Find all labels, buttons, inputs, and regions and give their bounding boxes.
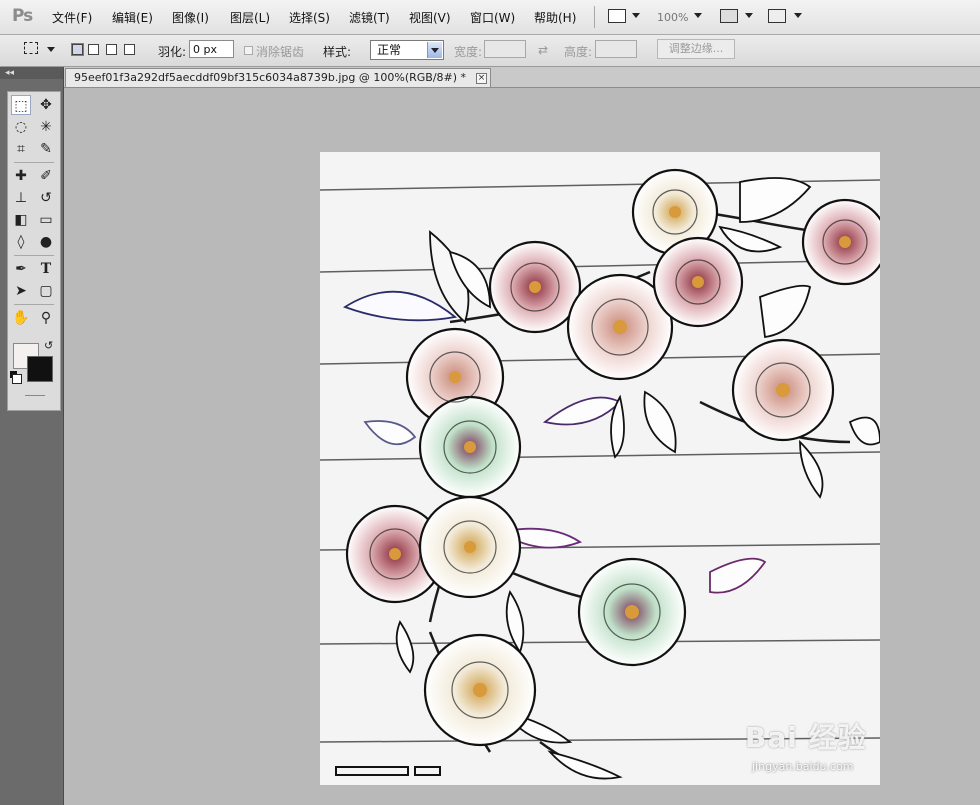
crop-tool[interactable]: ⌗	[11, 139, 31, 159]
feather-input[interactable]: 0 px	[189, 40, 234, 58]
toolbox-separator	[14, 255, 54, 256]
foreground-color-swatch[interactable]	[27, 356, 53, 382]
menu-file[interactable]: 文件(F)	[52, 9, 92, 26]
eyedropper-tool[interactable]: ✎	[36, 139, 56, 159]
lasso-tool[interactable]: ◌	[11, 117, 31, 137]
toolbox-separator	[14, 162, 54, 163]
menu-select[interactable]: 选择(S)	[289, 9, 330, 26]
subtract-selection-icon[interactable]	[106, 44, 117, 55]
path-selection-tool[interactable]: ➤	[11, 281, 31, 301]
watermark-logo: Bai 经验	[745, 721, 867, 754]
document-tab-bar: 95eef01f3a292df5aecddf09bf315c6034a8739b…	[64, 67, 980, 88]
marquee-tool[interactable]: ⬚	[11, 95, 31, 115]
panel-divider	[63, 67, 64, 805]
menu-edit[interactable]: 编辑(E)	[112, 9, 153, 26]
hand-tool[interactable]: ✋	[11, 308, 31, 328]
quick-mask-icon[interactable]	[25, 395, 45, 396]
canvas-artwork	[320, 168, 880, 780]
width-label: 宽度:	[454, 45, 483, 59]
chevron-down-icon[interactable]	[794, 13, 802, 18]
close-icon[interactable]: ×	[476, 73, 487, 84]
feather-label: 羽化:	[158, 45, 187, 59]
shape-tool[interactable]: ▢	[36, 281, 56, 301]
chevron-down-icon[interactable]	[632, 13, 640, 18]
swap-dimensions-icon[interactable]: ⇄	[538, 43, 548, 57]
width-input[interactable]	[484, 40, 526, 58]
document-tab[interactable]: 95eef01f3a292df5aecddf09bf315c6034a8739b…	[65, 68, 491, 87]
document-canvas[interactable]	[320, 152, 880, 785]
intersect-selection-icon[interactable]	[124, 44, 135, 55]
chevron-down-icon[interactable]	[47, 47, 55, 52]
type-tool[interactable]: T	[36, 259, 56, 279]
clone-stamp-tool[interactable]: ⊥	[11, 188, 31, 208]
ps-logo: Ps	[12, 6, 33, 26]
refine-edge-button[interactable]: 调整边缘...	[657, 39, 735, 59]
chevron-down-icon[interactable]	[694, 13, 702, 18]
toolbox-header[interactable]: ◂◂	[0, 67, 63, 79]
collapse-icon[interactable]: ◂◂	[5, 67, 14, 79]
zoom-tool[interactable]: ⚲	[36, 308, 56, 328]
screen-mode-icon[interactable]	[768, 9, 786, 23]
menu-separator	[594, 6, 595, 28]
height-input[interactable]	[595, 40, 637, 58]
watermark-url: jingyan.baidu.com	[752, 760, 854, 773]
history-brush-tool[interactable]: ↺	[36, 188, 56, 208]
document-title: 95eef01f3a292df5aecddf09bf315c6034a8739b…	[74, 71, 467, 84]
add-selection-icon[interactable]	[88, 44, 99, 55]
menu-bar: Ps 文件(F) 编辑(E) 图像(I) 图层(L) 选择(S) 滤镜(T) 视…	[0, 0, 980, 35]
height-label: 高度:	[564, 45, 593, 59]
toolbox: ⬚ ✥ ◌ ✳ ⌗ ✎ ✚ ✐ ⊥ ↺ ◧ ▭ ◊ ● ✒ T ➤ ▢ ✋ ⚲ …	[7, 91, 61, 411]
healing-brush-tool[interactable]: ✚	[11, 166, 31, 186]
bottom-marks	[335, 766, 441, 776]
move-tool[interactable]: ✥	[36, 95, 56, 115]
style-select-value: 正常	[377, 43, 402, 57]
menu-view[interactable]: 视图(V)	[409, 9, 451, 26]
options-bar: 羽化: 0 px 消除锯齿 样式: 正常 宽度: ⇄ 高度: 调整边缘...	[0, 35, 980, 67]
chevron-down-icon[interactable]	[745, 13, 753, 18]
dodge-tool[interactable]: ●	[36, 232, 56, 252]
marquee-preset-icon[interactable]	[24, 42, 38, 54]
magic-wand-tool[interactable]: ✳	[36, 117, 56, 137]
menu-layer[interactable]: 图层(L)	[230, 9, 270, 26]
chevron-down-icon	[427, 42, 442, 58]
arrange-documents-icon[interactable]	[720, 9, 738, 23]
gradient-tool[interactable]: ▭	[36, 210, 56, 230]
pen-tool[interactable]: ✒	[11, 259, 31, 279]
eraser-tool[interactable]: ◧	[11, 210, 31, 230]
toolbox-separator	[14, 304, 54, 305]
style-select[interactable]: 正常	[370, 40, 444, 60]
menu-window[interactable]: 窗口(W)	[470, 9, 515, 26]
menu-image[interactable]: 图像(I)	[172, 9, 209, 26]
roses	[345, 168, 880, 747]
menu-filter[interactable]: 滤镜(T)	[349, 9, 390, 26]
default-colors-icon-back	[12, 374, 22, 384]
antialias-checkbox[interactable]	[244, 46, 253, 55]
menu-help[interactable]: 帮助(H)	[534, 9, 576, 26]
blur-tool[interactable]: ◊	[11, 232, 31, 252]
new-selection-icon[interactable]	[71, 43, 84, 56]
antialias-label: 消除锯齿	[256, 45, 305, 59]
brush-tool[interactable]: ✐	[36, 166, 56, 186]
swap-colors-icon[interactable]: ↺	[44, 339, 53, 352]
launch-bridge-icon[interactable]	[608, 9, 626, 23]
style-label: 样式:	[323, 45, 352, 59]
zoom-level[interactable]: 100%	[657, 11, 688, 24]
